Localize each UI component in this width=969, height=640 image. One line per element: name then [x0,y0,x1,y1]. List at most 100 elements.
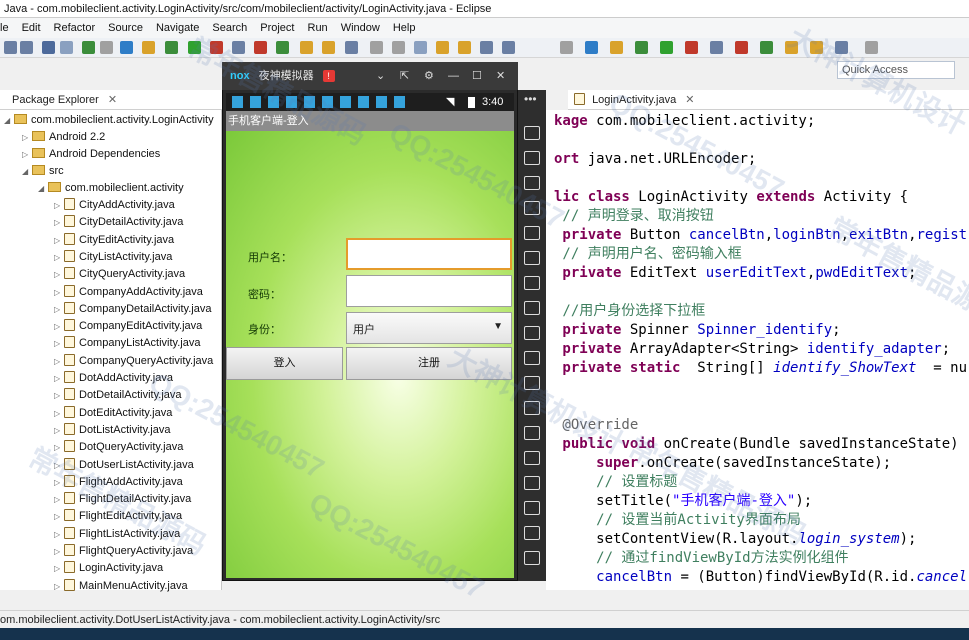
home-icon[interactable] [524,526,540,540]
toolbar-button-icon[interactable] [276,41,289,54]
tree-toggle-icon[interactable]: ▷ [54,387,64,404]
toolbar-button-icon[interactable] [480,41,493,54]
toolbar-button-icon[interactable] [4,41,17,54]
tree-android-lib[interactable]: ▷ Android 2.2 [22,129,105,146]
toolbar-button-icon[interactable] [458,41,471,54]
tree-file-item[interactable]: ▷ CompanyAddActivity.java [54,284,203,301]
toolbar-button-icon[interactable] [436,41,449,54]
maximize-icon[interactable]: ☐ [472,62,482,90]
tree-file-item[interactable]: ▷ CityQueryActivity.java [54,266,185,283]
pin-icon[interactable]: ⇱ [400,62,409,90]
toolbar-button-icon[interactable] [760,41,773,54]
toolbar-button-icon[interactable] [120,41,133,54]
tree-toggle-icon[interactable]: ▷ [54,249,64,266]
install-apk-icon[interactable] [524,326,540,340]
tree-file-item[interactable]: ▷ CityAddActivity.java [54,197,175,214]
tree-toggle-icon[interactable]: ◢ [38,180,48,197]
tree-toggle-icon[interactable]: ◢ [22,163,32,180]
toolbar-button-icon[interactable] [810,41,823,54]
tree-toggle-icon[interactable]: ▷ [54,197,64,214]
identity-select[interactable]: 用户 ▼ [346,312,512,344]
stack-icon[interactable] [524,426,540,440]
tree-file-item[interactable]: ▷ DotUserListActivity.java [54,457,194,474]
keyboard-icon[interactable] [524,151,540,165]
menu-item-project[interactable]: Project [260,22,294,34]
tree-toggle-icon[interactable]: ▷ [54,474,64,491]
toolbar-button-icon[interactable] [165,41,178,54]
quick-access-input[interactable]: Quick Access [837,61,955,79]
package-explorer-tab[interactable]: Package Explorer ✕ [0,90,222,110]
tree-file-item[interactable]: ▷ LoginActivity.java [54,560,163,577]
tree-file-item[interactable]: ▷ CompanyListActivity.java [54,335,200,352]
menu-icon[interactable] [524,451,540,465]
fullscreen-icon[interactable] [524,251,540,265]
toolbar-button-icon[interactable] [370,41,383,54]
toolbar-button-icon[interactable] [710,41,723,54]
menu-item-refactor[interactable]: Refactor [54,22,96,34]
menu-item-help[interactable]: Help [393,22,416,34]
tree-project[interactable]: ◢ com.mobileclient.activity.LoginActivity [4,112,214,129]
screenshot-icon[interactable] [524,476,540,490]
toolbar-button-icon[interactable] [585,41,598,54]
tree-file-item[interactable]: ▷ DotEditActivity.java [54,405,172,422]
shake-icon[interactable] [524,126,540,140]
tree-toggle-icon[interactable]: ▷ [54,491,64,508]
menu-item-navigate[interactable]: Navigate [156,22,199,34]
toolbar-button-icon[interactable] [414,41,427,54]
close-icon[interactable]: ✕ [685,94,694,106]
tree-toggle-icon[interactable]: ▷ [54,370,64,387]
menu-item-window[interactable]: Window [341,22,380,34]
toolbar-button-icon[interactable] [210,41,223,54]
toolbar-button-icon[interactable] [82,41,95,54]
loading-icon[interactable] [524,351,540,365]
tree-toggle-icon[interactable]: ▷ [54,353,64,370]
toolbar-button-icon[interactable] [345,41,358,54]
register-button[interactable]: 注册 [346,347,512,380]
chevron-down-icon[interactable]: ⌄ [376,62,385,90]
more-icon[interactable]: ••• [524,92,537,106]
menu-item-search[interactable]: Search [212,22,247,34]
tree-android-deps[interactable]: ▷ Android Dependencies [22,146,160,163]
toolbar-button-icon[interactable] [785,41,798,54]
toolbar-button-icon[interactable] [502,41,515,54]
editor-tab[interactable]: LoginActivity.java ✕ [568,90,969,110]
back-icon[interactable] [524,501,540,515]
tree-file-item[interactable]: ▷ CityEditActivity.java [54,232,174,249]
tree-toggle-icon[interactable]: ▷ [54,457,64,474]
code-editor[interactable]: kage com.mobileclient.activity; ort java.… [546,110,969,590]
tree-file-item[interactable]: ▷ FlightAddActivity.java [54,474,183,491]
tree-file-item[interactable]: ▷ CityDetailActivity.java [54,214,183,231]
tree-file-item[interactable]: ▷ CityListActivity.java [54,249,172,266]
toolbar-button-icon[interactable] [100,41,113,54]
screen-icon[interactable] [524,226,540,240]
close-icon[interactable]: ✕ [108,94,117,106]
toolbar-button-icon[interactable] [254,41,267,54]
recent-apps-icon[interactable] [524,551,540,565]
tree-file-item[interactable]: ▷ FlightEditActivity.java [54,508,182,525]
toolbar-button-icon[interactable] [232,41,245,54]
tree-toggle-icon[interactable]: ▷ [54,560,64,577]
tree-src[interactable]: ◢ src [22,163,64,180]
tree-file-item[interactable]: ▷ FlightDetailActivity.java [54,491,191,508]
tree-toggle-icon[interactable]: ▷ [54,405,64,422]
tree-file-item[interactable]: ▷ CompanyDetailActivity.java [54,301,211,318]
toolbar-button-icon[interactable] [20,41,33,54]
tree-file-item[interactable]: ▷ DotAddActivity.java [54,370,173,387]
tree-file-item[interactable]: ▷ DotDetailActivity.java [54,387,182,404]
tree-toggle-icon[interactable]: ▷ [54,508,64,525]
toolbar-button-icon[interactable] [635,41,648,54]
password-input[interactable] [346,275,512,307]
close-icon[interactable]: ✕ [496,62,505,90]
toolbar-button-icon[interactable] [560,41,573,54]
tree-file-item[interactable]: ▷ CompanyEditActivity.java [54,318,202,335]
toolbar-button-icon[interactable] [322,41,335,54]
tree-toggle-icon[interactable]: ▷ [54,422,64,439]
tree-toggle-icon[interactable]: ▷ [54,214,64,231]
tree-toggle-icon[interactable]: ▷ [54,301,64,318]
tree-toggle-icon[interactable]: ▷ [54,335,64,352]
camera-icon[interactable] [524,401,540,415]
login-button[interactable]: 登入 [226,347,343,380]
menu-item-le[interactable]: le [0,22,9,34]
tree-toggle-icon[interactable]: ▷ [54,232,64,249]
tree-toggle-icon[interactable]: ▷ [22,129,32,146]
